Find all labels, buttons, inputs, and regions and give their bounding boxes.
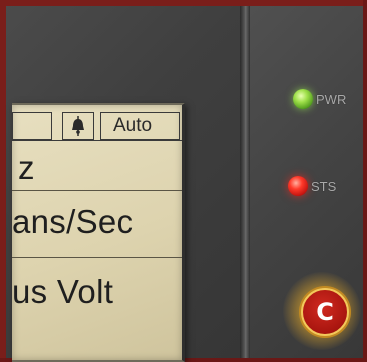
lcd-line-2: ans/Sec <box>12 203 134 240</box>
pwr-led-icon <box>293 89 313 109</box>
lcd-line-3: us Volt <box>12 273 114 310</box>
device-front-panel: Auto z ans/Sec us Volt <box>6 6 240 362</box>
frame-border-right <box>363 0 367 362</box>
lcd-mode-label: Auto <box>113 115 153 136</box>
lcd-line-1: z <box>18 149 35 186</box>
device-photo: Auto z ans/Sec us Volt PWR STS C <box>0 0 367 362</box>
pwr-indicator: PWR <box>293 89 346 109</box>
lcd-display: Auto z ans/Sec us Volt <box>12 103 185 362</box>
bell-icon <box>72 116 84 136</box>
sts-led-icon <box>288 176 308 196</box>
lcd-divider <box>12 190 182 191</box>
panel-divider <box>240 6 250 358</box>
lcd-divider <box>12 257 182 258</box>
callout-badge: C <box>301 288 349 336</box>
pwr-label: PWR <box>316 91 347 107</box>
lcd-header: Auto <box>12 105 182 141</box>
lcd-header-cell <box>12 112 52 140</box>
lcd-header-alarm-cell <box>62 112 94 140</box>
sts-label: STS <box>311 178 337 194</box>
lcd-header-mode-cell: Auto <box>100 112 180 140</box>
callout-letter: C <box>316 298 334 326</box>
sts-indicator: STS <box>288 176 336 196</box>
